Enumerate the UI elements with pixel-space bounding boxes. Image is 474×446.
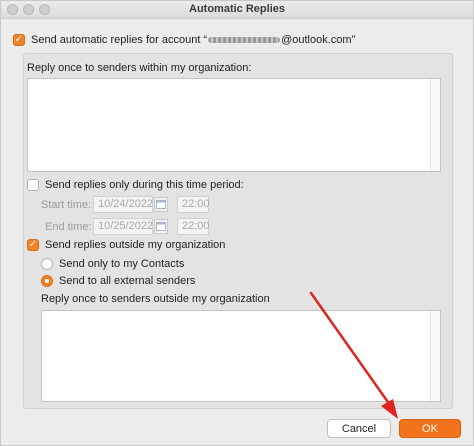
annotation-arrow	[309, 291, 398, 419]
automatic-replies-dialog: Automatic Replies ✓ Send automatic repli…	[0, 0, 474, 446]
arrow-head	[381, 399, 398, 419]
arrow-shaft	[309, 291, 392, 407]
